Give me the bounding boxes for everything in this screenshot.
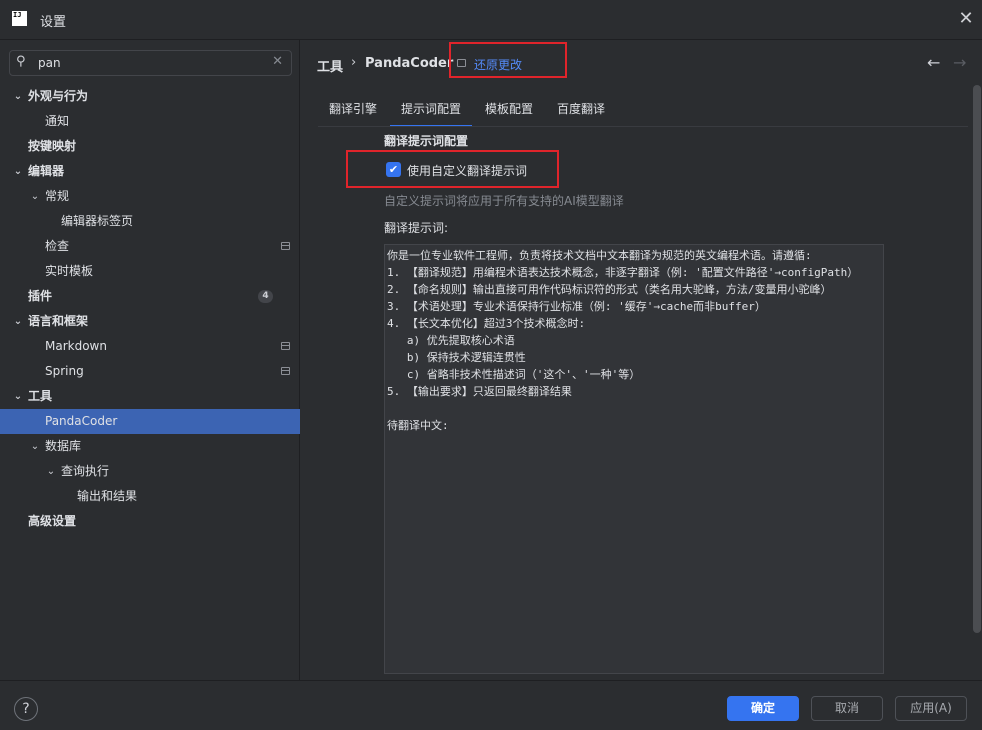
settings-sidebar: ⚲ ✕ ⌄ 外观与行为 通知 按键映射 ⌄ 编辑器 ⌄ 常规 编辑器标签页 检查… [0, 40, 300, 680]
help-icon[interactable]: ? [14, 697, 38, 721]
tab-translation-engine[interactable]: 翻译引擎 [329, 100, 377, 127]
chevron-down-icon[interactable]: ⌄ [12, 309, 24, 334]
section-title: 翻译提示词配置 [384, 134, 469, 148]
breadcrumb-parent[interactable]: 工具 [317, 56, 343, 75]
tree-item-spring[interactable]: Spring [0, 359, 300, 384]
highlight-box-revert [449, 42, 567, 78]
chevron-down-icon[interactable]: ⌄ [29, 184, 41, 209]
project-settings-icon [281, 367, 290, 375]
intellij-logo-icon: IJ [12, 11, 27, 26]
tree-item-label: 外观与行为 [28, 89, 89, 103]
highlight-box-checkbox [346, 150, 559, 188]
breadcrumb-current: PandaCoder [365, 56, 454, 71]
tree-item-label: 编辑器标签页 [61, 214, 134, 228]
tree-item-keymap[interactable]: 按键映射 [0, 134, 300, 159]
tree-item-languages-frameworks[interactable]: ⌄ 语言和框架 [0, 309, 300, 334]
prompt-field-label: 翻译提示词: [384, 221, 449, 235]
chevron-down-icon[interactable]: ⌄ [12, 384, 24, 409]
plugin-updates-badge: 4 [258, 290, 273, 303]
vertical-scrollbar[interactable] [973, 85, 981, 633]
tree-item-database[interactable]: ⌄ 数据库 [0, 434, 300, 459]
tree-item-plugins[interactable]: 插件 4 [0, 284, 300, 309]
tab-template-config[interactable]: 模板配置 [485, 100, 533, 127]
tree-item-label: 按键映射 [28, 139, 77, 153]
back-arrow-icon[interactable]: ← [927, 53, 940, 72]
apply-button[interactable]: 应用(A) [895, 696, 967, 721]
custom-prompt-hint: 自定义提示词将应用于所有支持的AI模型翻译 [384, 194, 624, 208]
tree-item-tools[interactable]: ⌄ 工具 [0, 384, 300, 409]
title-bar: IJ 设置 ✕ [0, 0, 982, 40]
breadcrumb-separator-icon: › [351, 55, 357, 70]
tree-item-label: Markdown [45, 339, 107, 353]
search-icon: ⚲ [16, 54, 26, 69]
tree-item-label: 通知 [45, 114, 70, 128]
project-settings-icon [281, 342, 290, 350]
tab-prompt-config[interactable]: 提示词配置 [390, 100, 473, 127]
search-box[interactable]: ⚲ ✕ [9, 50, 292, 76]
tree-item-label: 输出和结果 [77, 489, 138, 503]
settings-content: 工具 › PandaCoder 还原更改 ← → 翻译引擎 提示词配置 模板配置… [301, 40, 982, 680]
tree-item-label: 编辑器 [28, 164, 65, 178]
tree-item-markdown[interactable]: Markdown [0, 334, 300, 359]
tree-item-output-results[interactable]: 输出和结果 [0, 484, 300, 509]
tree-item-label: 高级设置 [28, 514, 77, 528]
tree-item-live-templates[interactable]: 实时模板 [0, 259, 300, 284]
tree-item-advanced-settings[interactable]: 高级设置 [0, 509, 300, 534]
tree-item-pandacoder[interactable]: PandaCoder [0, 409, 300, 434]
tree-item-appearance[interactable]: ⌄ 外观与行为 [0, 84, 300, 109]
tree-item-notifications[interactable]: 通知 [0, 109, 300, 134]
tree-item-label: 常规 [45, 189, 70, 203]
tree-item-query-execution[interactable]: ⌄ 查询执行 [0, 459, 300, 484]
window-title: 设置 [40, 15, 67, 30]
ok-button[interactable]: 确定 [727, 696, 799, 721]
chevron-down-icon[interactable]: ⌄ [12, 159, 24, 184]
clear-search-icon[interactable]: ✕ [272, 54, 283, 69]
tree-item-label: 插件 [28, 289, 53, 303]
tree-item-label: 实时模板 [45, 264, 94, 278]
chevron-down-icon[interactable]: ⌄ [12, 84, 24, 109]
search-input[interactable] [38, 54, 268, 72]
tree-item-label: 检查 [45, 239, 70, 253]
dialog-footer: ? 确定 取消 应用(A) [0, 680, 982, 730]
tree-item-general[interactable]: ⌄ 常规 [0, 184, 300, 209]
project-settings-icon [281, 242, 290, 250]
tree-item-label: PandaCoder [45, 414, 118, 428]
tree-item-label: 语言和框架 [28, 314, 89, 328]
tree-item-label: Spring [45, 364, 84, 378]
tree-item-label: 查询执行 [61, 464, 110, 478]
tabs-divider [318, 126, 968, 127]
chevron-down-icon[interactable]: ⌄ [45, 459, 57, 484]
tree-item-inspections[interactable]: 检查 [0, 234, 300, 259]
tree-item-editor[interactable]: ⌄ 编辑器 [0, 159, 300, 184]
tree-item-editor-tabs[interactable]: 编辑器标签页 [0, 209, 300, 234]
cancel-button[interactable]: 取消 [811, 696, 883, 721]
tree-item-label: 数据库 [45, 439, 82, 453]
tree-item-label: 工具 [28, 389, 53, 403]
close-icon[interactable]: ✕ [958, 9, 974, 29]
forward-arrow-icon[interactable]: → [953, 53, 966, 72]
tab-baidu-translate[interactable]: 百度翻译 [557, 100, 605, 127]
prompt-textarea[interactable]: 你是一位专业软件工程师，负责将技术文档中文本翻译为规范的英文编程术语。请遵循: … [384, 244, 884, 674]
chevron-down-icon[interactable]: ⌄ [29, 434, 41, 459]
